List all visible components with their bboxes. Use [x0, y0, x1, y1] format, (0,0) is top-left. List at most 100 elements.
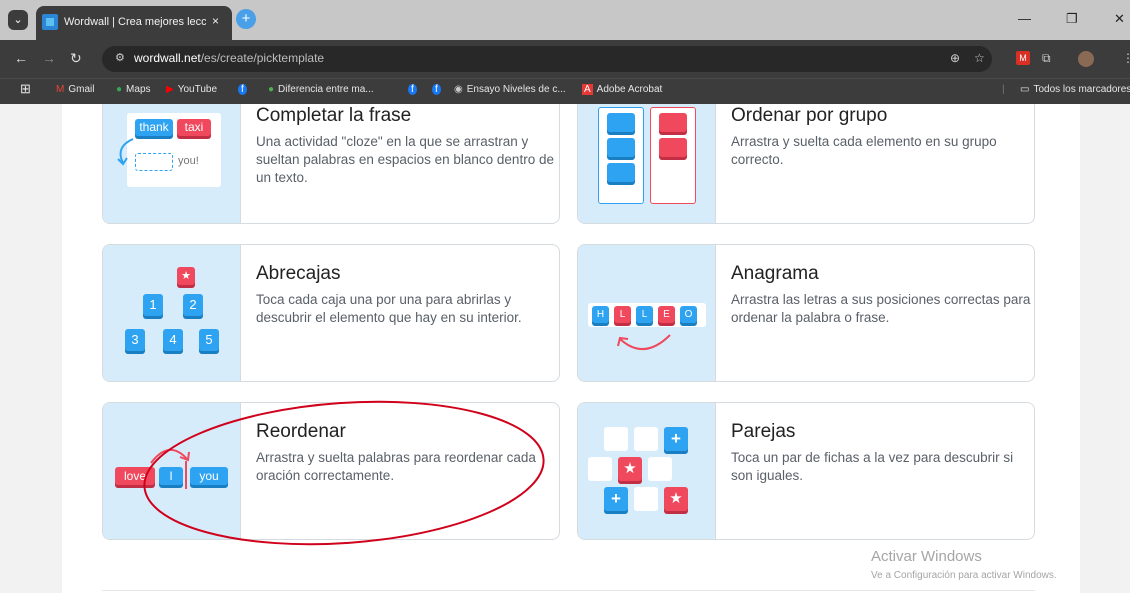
thumbnail-ordenar-por-grupo: [578, 104, 716, 223]
bookmark-maps[interactable]: ● Maps: [116, 84, 151, 95]
letter-tile: O: [680, 306, 697, 323]
template-card-completar-la-frase[interactable]: thank taxi you! Completar la frase Una a…: [102, 104, 560, 224]
apps-grid-icon[interactable]: ⊞: [20, 81, 31, 97]
all-bookmarks-button[interactable]: ▭ Todos los marcadores: [1020, 84, 1130, 95]
tab-title: Wordwall | Crea mejores leccion: [64, 16, 206, 28]
tile-taxi: taxi: [177, 119, 211, 136]
bookmark-acrobat[interactable]: A Adobe Acrobat: [582, 84, 662, 95]
card-title: Completar la frase: [256, 105, 412, 126]
plus-icon: +: [604, 487, 628, 511]
bookmark-ensayo[interactable]: ◉ Ensayo Niveles de c...: [454, 84, 566, 95]
letter-tile: L: [614, 306, 631, 323]
page-content: thank taxi you! Completar la frase Una a…: [0, 104, 1130, 593]
section-divider: [102, 590, 1035, 591]
minimize-icon[interactable]: —: [1018, 11, 1031, 26]
windows-activation-subtitle: Ve a Configuración para activar Windows.: [871, 570, 1057, 581]
thumbnail-reordenar: love I you: [103, 403, 241, 539]
tab-strip: ⌄ Wordwall | Crea mejores leccion × + — …: [0, 0, 1130, 40]
card-description: Toca cada caja una por una para abrirlas…: [256, 292, 522, 325]
bookmark-star-icon[interactable]: ☆: [974, 51, 985, 65]
thumbnail-completar-la-frase: thank taxi you!: [103, 104, 241, 223]
active-tab[interactable]: Wordwall | Crea mejores leccion ×: [36, 6, 232, 40]
gmail-icon: M: [56, 84, 65, 95]
box-5: 5: [199, 329, 219, 351]
menu-kebab-icon[interactable]: ⋮: [1122, 51, 1130, 65]
word-tile-i: I: [159, 467, 183, 485]
card-title: Ordenar por grupo: [731, 105, 888, 126]
curve-arrow-icon: [617, 334, 671, 350]
card-description: Arrastra las letras a sus posiciones cor…: [731, 292, 1031, 325]
bookmark-facebook-3[interactable]: f: [432, 84, 445, 95]
box-2: 2: [183, 294, 203, 316]
box-4: 4: [163, 329, 183, 351]
blue-item: [607, 138, 635, 157]
reload-icon[interactable]: ↻: [70, 50, 82, 67]
card-description: Arrastra y suelta cada elemento en su gr…: [731, 134, 997, 167]
wordwall-favicon-icon: [42, 14, 58, 30]
card-description: Arrastra y suelta palabras para reordena…: [256, 450, 536, 483]
forward-arrow-icon[interactable]: →: [42, 50, 56, 66]
letter-tile: E: [658, 306, 675, 323]
extensions-puzzle-icon[interactable]: ⧉: [1042, 51, 1051, 66]
blue-item: [607, 163, 635, 182]
box-1: 1: [143, 294, 163, 316]
thumbnail-anagrama: H L L E O: [578, 245, 716, 381]
extension-icon[interactable]: M: [1016, 51, 1030, 65]
word-tile-you: you: [190, 467, 228, 485]
card-title: Anagrama: [731, 263, 819, 284]
url-text[interactable]: wordwall.net/es/create/picktemplate: [134, 51, 324, 65]
letter-tile: L: [636, 306, 653, 323]
match-tile: [634, 427, 658, 451]
template-card-ordenar-por-grupo[interactable]: Ordenar por grupo Arrastra y suelta cada…: [577, 104, 1035, 224]
star-icon: ★: [177, 267, 195, 285]
template-card-abrecajas[interactable]: ★ 1 2 3 4 5 Abrecajas Toca cada caja una…: [102, 244, 560, 382]
facebook-icon: f: [238, 84, 247, 95]
thumbnail-abrecajas: ★ 1 2 3 4 5: [103, 245, 241, 381]
back-arrow-icon[interactable]: ←: [14, 50, 28, 66]
bookmark-facebook-1[interactable]: f: [238, 84, 251, 95]
card-title: Parejas: [731, 421, 796, 442]
bookmark-gmail[interactable]: M Gmail: [56, 84, 94, 95]
letter-tile: H: [592, 306, 609, 323]
curve-arrow-icon: [117, 138, 134, 166]
facebook-icon: f: [432, 84, 441, 95]
bookmark-youtube[interactable]: ▶ YouTube: [166, 84, 217, 95]
youtube-icon: ▶: [166, 84, 174, 95]
bookmarks-divider: |: [1002, 84, 1005, 95]
new-tab-button[interactable]: +: [236, 9, 256, 29]
match-tile: [588, 457, 612, 481]
card-title: Abrecajas: [256, 263, 341, 284]
acrobat-icon: A: [582, 84, 593, 95]
facebook-icon: f: [408, 84, 417, 95]
card-description: Una actividad "cloze" en la que se arras…: [256, 134, 554, 185]
tile-thank: thank: [135, 119, 173, 136]
bookmark-facebook-2[interactable]: f: [408, 84, 421, 95]
match-tile: [648, 457, 672, 481]
box-3: 3: [125, 329, 145, 351]
site-info-icon[interactable]: ⚙: [115, 51, 125, 64]
close-window-icon[interactable]: ✕: [1114, 11, 1125, 27]
folder-icon: ▭: [1020, 84, 1030, 95]
globe-icon: ◉: [454, 84, 463, 95]
tab-close-icon[interactable]: ×: [212, 14, 219, 28]
card-description: Toca un par de fichas a la vez para desc…: [731, 450, 1014, 483]
maps-icon: ●: [116, 84, 123, 95]
tile-you: you!: [178, 155, 199, 167]
word-tile-love: love: [115, 467, 155, 485]
card-title: Reordenar: [256, 421, 346, 442]
bookmark-diferencia[interactable]: ● Diferencia entre ma...: [268, 84, 374, 95]
star-icon: ★: [618, 457, 642, 481]
match-tile: [634, 487, 658, 511]
red-item: [659, 113, 687, 132]
star-icon: ★: [664, 487, 688, 511]
profile-avatar[interactable]: [1078, 51, 1094, 67]
template-card-parejas[interactable]: + ★ + ★ Parejas Toca un par de fichas a …: [577, 402, 1035, 540]
match-tile: [604, 427, 628, 451]
template-card-anagrama[interactable]: H L L E O Anagrama Arrastra las letras a…: [577, 244, 1035, 382]
tab-search-button[interactable]: ⌄: [8, 10, 28, 30]
restore-icon[interactable]: ❐: [1066, 11, 1078, 27]
blue-item: [607, 113, 635, 132]
template-card-reordenar[interactable]: love I you Reordenar Arrastra y suelta p…: [102, 402, 560, 540]
zoom-icon[interactable]: ⊕: [950, 51, 960, 65]
curve-arrow-icon: [150, 449, 190, 464]
